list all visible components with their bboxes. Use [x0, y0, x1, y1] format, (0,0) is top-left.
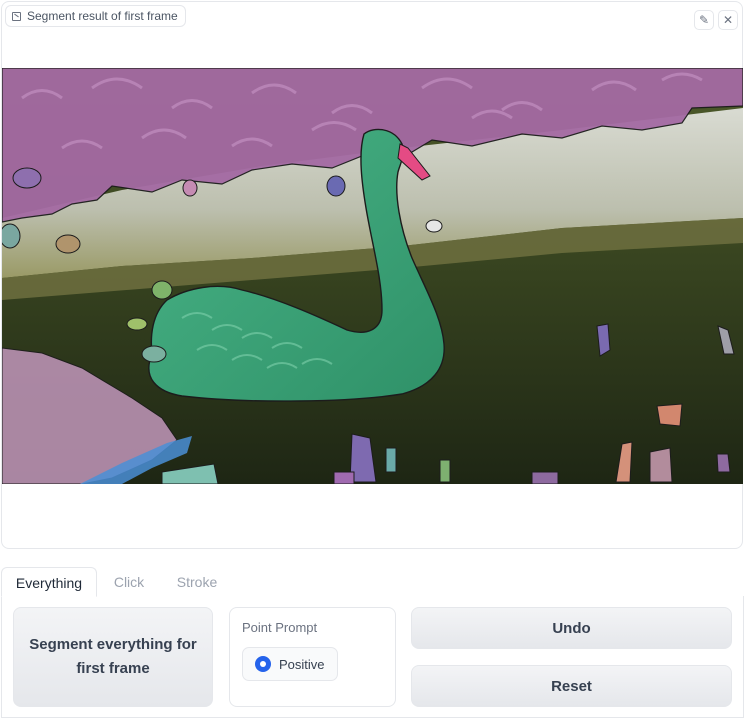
- mask-blob: [12, 167, 42, 189]
- mask-blob: [425, 219, 443, 233]
- image-icon: [12, 11, 21, 21]
- mask-blob: [333, 471, 355, 484]
- mask-blob: [656, 403, 683, 427]
- tab-everything[interactable]: Everything: [1, 567, 97, 597]
- pencil-icon: ✎: [698, 13, 710, 27]
- point-prompt-label: Point Prompt: [242, 620, 318, 635]
- mask-blob: [531, 471, 559, 484]
- reset-button[interactable]: Reset: [411, 665, 732, 707]
- undo-button[interactable]: Undo: [411, 607, 732, 649]
- tab-stroke[interactable]: Stroke: [167, 567, 227, 597]
- segmentation-canvas: [2, 68, 743, 484]
- mask-blob: [326, 175, 346, 197]
- mask-blob: [716, 453, 731, 473]
- mask-blob: [141, 345, 167, 363]
- panel-label: Segment result of first frame: [5, 5, 186, 27]
- mask-blob: [151, 280, 173, 300]
- segment-everything-button[interactable]: Segment everything for first frame: [13, 607, 213, 707]
- mask-blob: [439, 459, 451, 483]
- positive-radio-option[interactable]: Positive: [242, 647, 338, 681]
- panel-label-text: Segment result of first frame: [27, 9, 178, 23]
- edit-button[interactable]: ✎: [694, 10, 714, 30]
- mask-blob: [126, 317, 148, 331]
- mask-blob: [55, 234, 81, 254]
- mask-blob: [385, 447, 397, 473]
- segmentation-image[interactable]: [2, 68, 743, 484]
- tab-bar: Everything Click Stroke: [1, 567, 744, 597]
- tab-click[interactable]: Click: [105, 567, 153, 597]
- point-prompt-group: Point Prompt Positive: [229, 607, 396, 707]
- close-button[interactable]: ✕: [718, 10, 738, 30]
- radio-selected-icon[interactable]: [255, 656, 271, 672]
- positive-radio-label: Positive: [279, 656, 325, 672]
- mask-blob: [182, 179, 198, 197]
- mask-blob: [649, 447, 673, 483]
- mask-blob: [2, 223, 21, 249]
- close-icon: ✕: [722, 13, 734, 27]
